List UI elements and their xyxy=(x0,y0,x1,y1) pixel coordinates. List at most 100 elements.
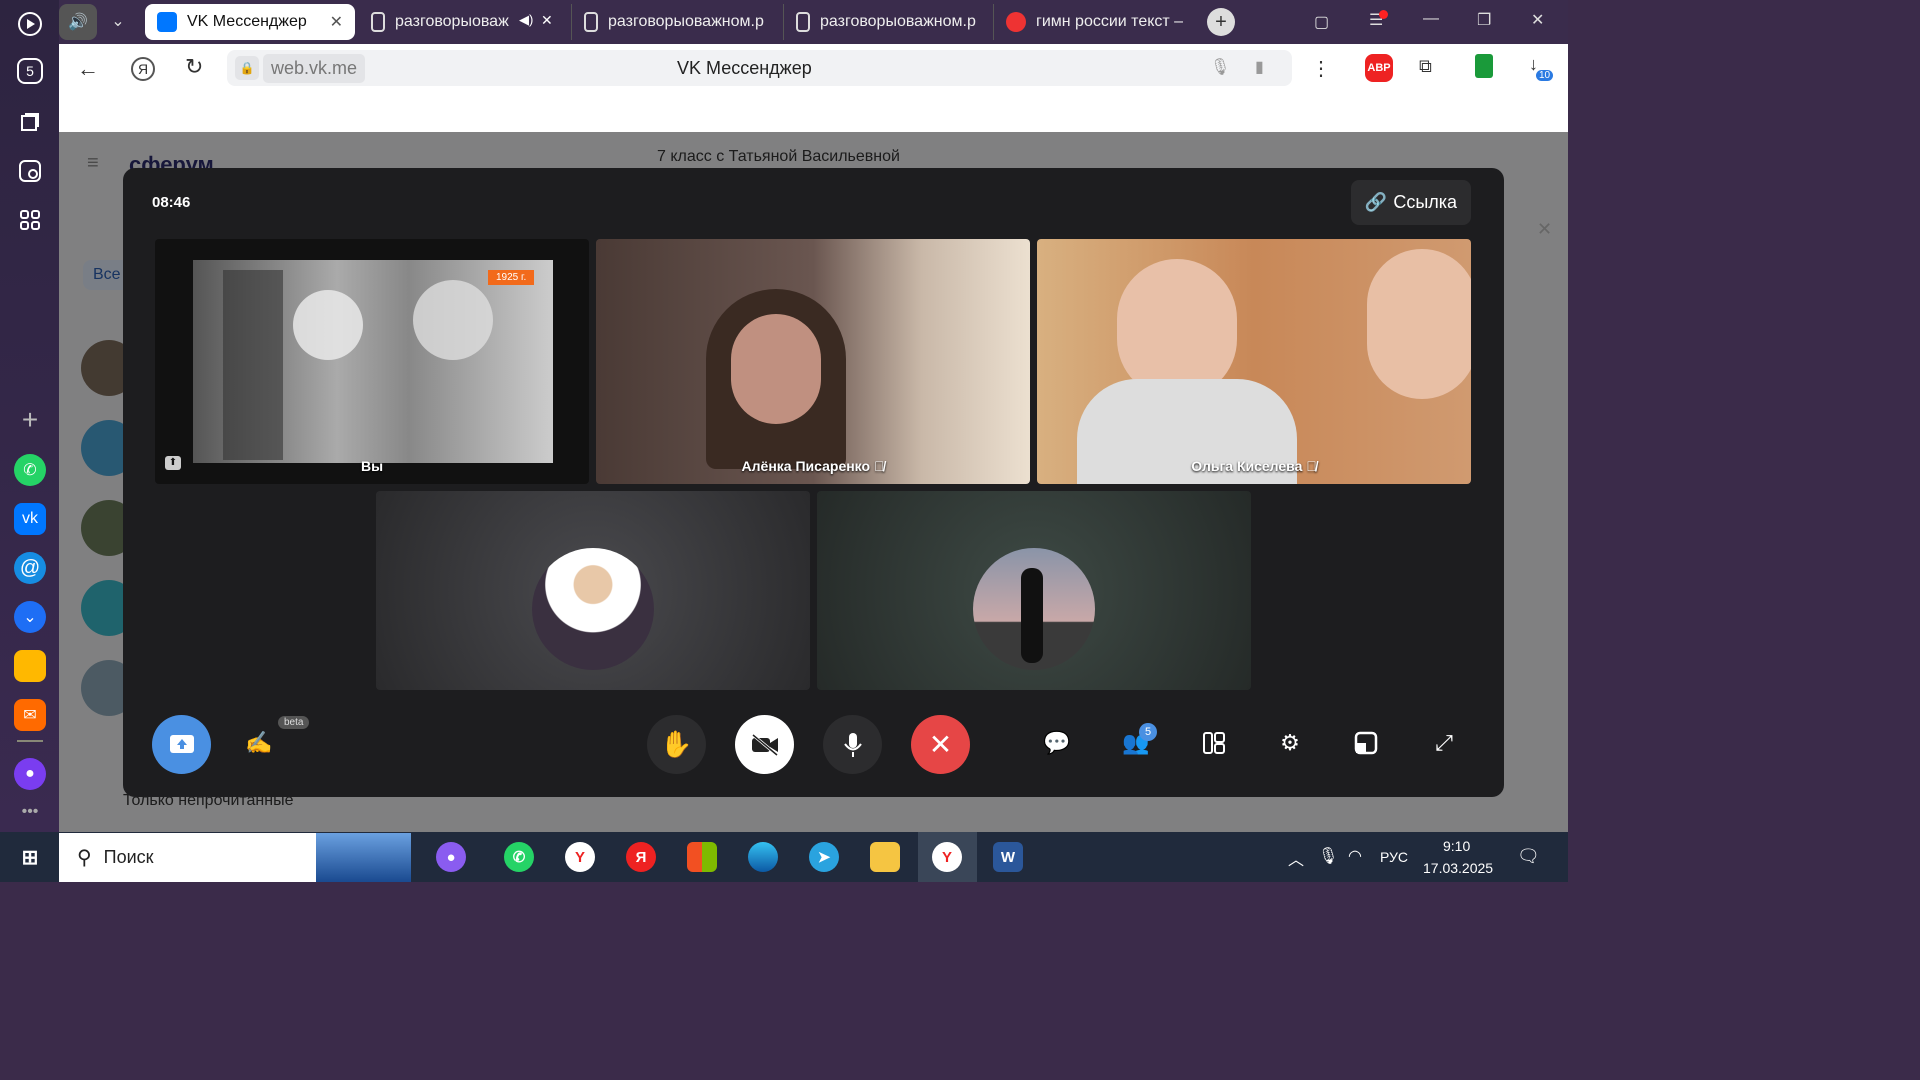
search-icon: ⚲ xyxy=(77,847,92,869)
taskbar-search[interactable]: ⚲ Поиск xyxy=(59,833,411,882)
mail-at-icon[interactable]: @ xyxy=(14,552,46,584)
restore-icon[interactable]: ❐ xyxy=(1477,10,1491,30)
alice-icon[interactable]: ● xyxy=(14,758,46,790)
chat-icon[interactable]: 💬 xyxy=(1042,728,1072,758)
search-placeholder: Поиск xyxy=(103,847,154,867)
participant-tile-avatar[interactable] xyxy=(376,491,810,690)
participant-name: Алёнка Писаренко 🎙̸ xyxy=(596,458,1030,474)
end-call-button[interactable]: ✕ xyxy=(911,715,970,774)
close-icon[interactable]: ✕ xyxy=(330,12,343,32)
notes-icon[interactable] xyxy=(14,650,46,682)
lock-icon[interactable]: 🔒 xyxy=(235,56,259,80)
tab-label: разговорыоважном.p xyxy=(608,13,764,30)
bookmark-icon[interactable]: ▮ xyxy=(1255,57,1264,77)
participant-name-text: Ольга Киселева xyxy=(1191,458,1303,474)
mic-muted-icon: 🎙̸ xyxy=(873,458,885,474)
store-icon[interactable] xyxy=(687,842,717,872)
vk-messenger-favicon-icon xyxy=(157,12,177,32)
translate-icon[interactable]: ⧉ xyxy=(1419,56,1432,77)
chevron-down-icon[interactable]: ⌄ xyxy=(104,8,132,36)
minimize-icon[interactable]: — xyxy=(1423,10,1439,28)
person-face xyxy=(1117,259,1237,399)
hat-shape xyxy=(293,290,363,360)
participant-tile-you[interactable]: 1925 г. ⬆ Вы xyxy=(155,239,589,484)
participant-tile-alyonka[interactable]: Алёнка Писаренко 🎙̸ xyxy=(596,239,1030,484)
yandex-mail-icon[interactable]: ✉ xyxy=(14,699,46,731)
camera-off-button[interactable] xyxy=(735,715,794,774)
layout-icon[interactable] xyxy=(1199,728,1229,758)
notification-dot xyxy=(1379,10,1388,19)
close-icon[interactable]: ✕ xyxy=(1537,219,1552,240)
yandex-browser-icon[interactable]: Y xyxy=(565,842,595,872)
clock-time[interactable]: 9:10 xyxy=(1443,838,1470,854)
share-screen-button[interactable] xyxy=(152,715,211,774)
person-face xyxy=(731,314,821,424)
media-player-icon[interactable] xyxy=(14,8,46,40)
sidebar-badge[interactable]: 5 xyxy=(17,58,43,84)
tab-5[interactable]: гимн россии текст – xyxy=(993,4,1193,40)
microphone-button[interactable] xyxy=(823,715,882,774)
tab-3[interactable]: разговорыоважном.p xyxy=(571,4,783,40)
settings-gear-icon[interactable]: ⚙ xyxy=(1275,728,1305,758)
tab-label: разговорыоваж xyxy=(395,13,509,30)
flag-shape xyxy=(223,270,283,460)
file-explorer-icon[interactable] xyxy=(870,842,900,872)
alice-taskbar-icon[interactable]: ● xyxy=(436,842,466,872)
new-tab-button[interactable]: + xyxy=(1207,8,1235,36)
apps-grid-icon[interactable] xyxy=(14,204,46,236)
more-icon[interactable]: ••• xyxy=(14,796,46,828)
microphone-icon[interactable]: 🎙 xyxy=(1210,57,1230,77)
search-highlight-image xyxy=(316,833,411,882)
person-face xyxy=(1367,249,1471,399)
collections-icon[interactable] xyxy=(14,106,46,138)
vk-icon[interactable]: vk xyxy=(14,503,46,535)
wifi-icon[interactable]: ◠ xyxy=(1348,846,1362,866)
microphone-tray-icon[interactable]: 🎙 xyxy=(1318,846,1338,866)
clock-date[interactable]: 17.03.2025 xyxy=(1423,860,1493,876)
tab-vk-messenger[interactable]: VK Мессенджер ✕ xyxy=(145,4,355,40)
close-icon[interactable]: ✕ xyxy=(541,12,553,29)
tab-4[interactable]: разговорыоважном.p xyxy=(783,4,993,40)
speaker-icon[interactable]: 🔊 xyxy=(59,4,97,40)
language-indicator[interactable]: РУС xyxy=(1380,849,1408,865)
fullscreen-icon[interactable]: ⤢ xyxy=(1429,728,1459,758)
adblock-icon[interactable]: ABP xyxy=(1365,54,1393,82)
yandex-browser-active-icon[interactable]: Y xyxy=(932,842,962,872)
participant-tile-olga[interactable]: Ольга Киселева 🎙̸ xyxy=(1037,239,1471,484)
audio-playing-icon[interactable]: ◀) xyxy=(519,12,533,28)
document-icon xyxy=(584,12,598,32)
notifications-icon[interactable]: 🗨 xyxy=(1517,846,1540,867)
add-icon[interactable]: + xyxy=(14,404,46,436)
screenshot-icon[interactable] xyxy=(14,155,46,187)
reload-icon[interactable]: ↻ xyxy=(185,54,203,80)
edge-icon[interactable] xyxy=(748,842,778,872)
whiteboard-icon[interactable]: ✍ xyxy=(245,730,272,756)
screen-share-video: 1925 г. xyxy=(193,260,553,463)
bookmarks-icon[interactable]: ▢ xyxy=(1314,12,1329,32)
minimize-window-icon[interactable] xyxy=(1351,728,1381,758)
whatsapp-icon[interactable]: ✆ xyxy=(14,454,46,486)
whatsapp-taskbar-icon[interactable]: ✆ xyxy=(504,842,534,872)
year-stamp: 1925 г. xyxy=(488,270,535,285)
person-silhouette xyxy=(1021,568,1043,663)
address-bar-row: ← Я ↻ 🔒 web.vk.me VK Мессенджер 🎙 ▮ ⋮ AB… xyxy=(59,44,1568,94)
telegram-icon[interactable]: ➤ xyxy=(809,842,839,872)
more-vertical-icon[interactable]: ⋮ xyxy=(1311,56,1331,81)
mic-muted-icon: 🎙̸ xyxy=(1306,458,1317,474)
back-icon[interactable]: ← xyxy=(77,56,99,82)
windows-start-icon[interactable]: ⊞ xyxy=(15,842,45,872)
tab-label: разговорыоважном.p xyxy=(820,13,976,30)
yandex-logo-icon[interactable]: Я xyxy=(131,57,155,81)
chevron-up-icon[interactable]: ︿ xyxy=(1288,846,1304,870)
copy-link-button[interactable]: 🔗 Ссылка xyxy=(1351,180,1471,225)
browser-sidebar: 5 + ✆ vk @ ⌄ ✉ ● ••• xyxy=(0,0,59,832)
yandex-icon[interactable]: Я xyxy=(626,842,656,872)
chevron-down-icon[interactable]: ⌄ xyxy=(14,601,46,633)
avatar xyxy=(973,548,1095,670)
address-field[interactable]: 🔒 web.vk.me VK Мессенджер 🎙 ▮ xyxy=(227,50,1292,86)
close-window-icon[interactable]: ✕ xyxy=(1531,10,1544,30)
word-icon[interactable]: W xyxy=(993,842,1023,872)
participant-tile-avatar[interactable] xyxy=(817,491,1251,690)
extension-icon[interactable] xyxy=(1475,54,1493,78)
raise-hand-button[interactable]: ✋ xyxy=(647,715,706,774)
